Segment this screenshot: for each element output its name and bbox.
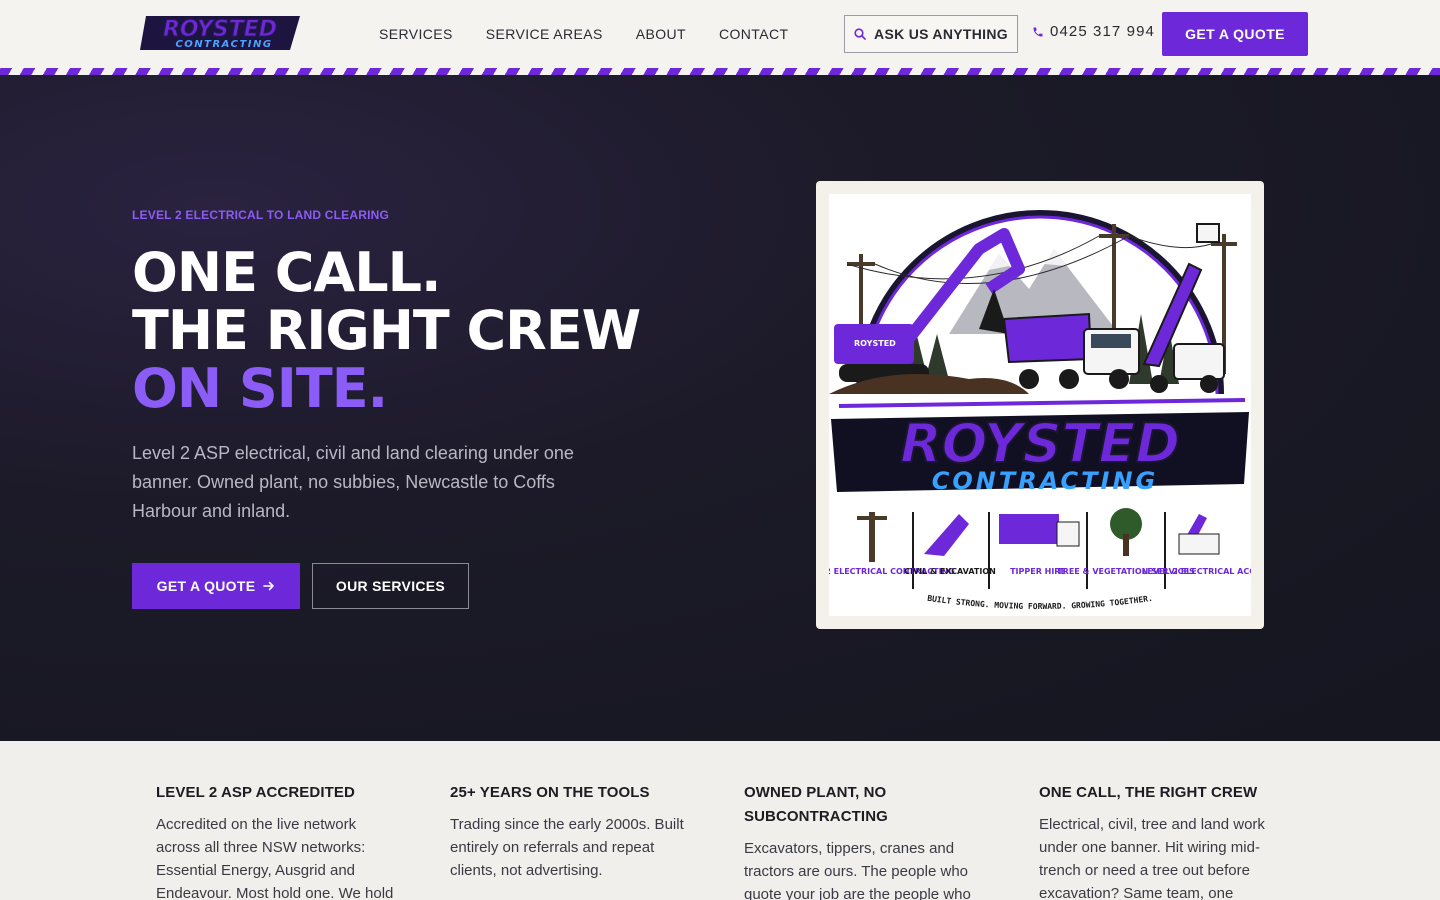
phone-icon xyxy=(1033,27,1043,36)
feature-body: Electrical, civil, tree and land work un… xyxy=(1039,816,1265,900)
hazard-stripe-divider xyxy=(0,68,1440,75)
main-nav: SERVICES SERVICE AREAS ABOUT CONTACT xyxy=(379,0,788,68)
site-header: ROYSTED CONTRACTING SERVICES SERVICE ARE… xyxy=(0,0,1440,68)
feature-body: Excavators, tippers, cranes and tractors… xyxy=(744,840,971,900)
roysted-logo[interactable]: ROYSTED CONTRACTING xyxy=(140,14,302,52)
illustration-title: ROYSTED xyxy=(900,412,1180,475)
ask-label: ASK US ANYTHING xyxy=(874,26,1008,42)
excavator-label: ROYSTED xyxy=(854,339,896,348)
service-captions: LEVEL 2 ELECTRICAL CONTRACTING CIVIL & E… xyxy=(829,567,1251,576)
feature-years-on-tools: 25+ YEARS ON THE TOOLS Trading since the… xyxy=(450,781,690,882)
feature-one-call: ONE CALL, THE RIGHT CREW Electrical, civ… xyxy=(1039,781,1279,900)
service-caption-2: CIVIL & EXCAVATION xyxy=(904,567,996,576)
header-get-quote-button[interactable]: GET A QUOTE xyxy=(1162,12,1308,56)
service-caption-5: LEVEL 2 ELECTRICAL ACCESS xyxy=(1142,567,1251,576)
headline-line-1: ONE CALL. xyxy=(132,241,442,304)
headline-line-3: ON SITE. xyxy=(132,357,388,420)
phone-link[interactable]: 0425 317 994 xyxy=(1032,23,1155,40)
feature-title: OWNED PLANT, NO SUBCONTRACTING xyxy=(744,784,888,825)
feature-title: 25+ YEARS ON THE TOOLS xyxy=(450,784,650,801)
headline-line-2: THE RIGHT CREW xyxy=(132,299,641,362)
feature-body: Accredited on the live network across al… xyxy=(156,816,394,900)
nav-services[interactable]: SERVICES xyxy=(379,26,453,42)
tipper-truck xyxy=(1002,312,1140,389)
hero-get-quote-button[interactable]: GET A QUOTE xyxy=(132,563,300,609)
hero-section: LEVEL 2 ELECTRICAL TO LAND CLEARING ONE … xyxy=(0,75,1440,741)
nav-service-areas[interactable]: SERVICE AREAS xyxy=(486,26,603,42)
hero-image-card: ROYSTED ROYSTED CONTRACTING ELECTRICAL C… xyxy=(816,181,1264,629)
illustration-tagline: BUILT STRONG. MOVING FORWARD. GROWING TO… xyxy=(927,594,1154,611)
nav-about[interactable]: ABOUT xyxy=(636,26,686,42)
feature-title: ONE CALL, THE RIGHT CREW xyxy=(1039,784,1258,801)
hero-eyebrow: LEVEL 2 ELECTRICAL TO LAND CLEARING xyxy=(132,208,390,222)
hero-headline: ONE CALL. THE RIGHT CREW ON SITE. xyxy=(132,241,641,420)
banner-accent-line xyxy=(838,398,1246,408)
hero-lead: Level 2 ASP electrical, civil and land c… xyxy=(132,443,574,521)
arrow-right-icon xyxy=(263,581,275,591)
service-icons xyxy=(857,508,1220,589)
roysted-contracting-illustration: ROYSTED ROYSTED CONTRACTING ELECTRICAL C… xyxy=(829,194,1251,616)
feature-body: Trading since the early 2000s. Built ent… xyxy=(450,816,684,879)
phone-number: 0425 317 994 xyxy=(1050,23,1155,40)
feature-owned-plant: OWNED PLANT, NO SUBCONTRACTING Excavator… xyxy=(744,781,984,900)
features-strip: LEVEL 2 ASP ACCREDITED Accredited on the… xyxy=(0,741,1440,900)
nav-contact[interactable]: CONTACT xyxy=(719,26,788,42)
crane-truck xyxy=(1142,223,1225,393)
feature-title: LEVEL 2 ASP ACCREDITED xyxy=(156,784,355,801)
illustration-subtitle: CONTRACTING xyxy=(932,467,1159,495)
logo-subtitle: CONTRACTING xyxy=(175,39,272,50)
ask-us-anything-button[interactable]: ASK US ANYTHING xyxy=(844,15,1018,53)
feature-asp-accredited: LEVEL 2 ASP ACCREDITED Accredited on the… xyxy=(156,781,396,900)
search-icon xyxy=(854,28,866,40)
cta-primary-label: GET A QUOTE xyxy=(156,578,256,594)
our-services-button[interactable]: OUR SERVICES xyxy=(312,563,469,609)
